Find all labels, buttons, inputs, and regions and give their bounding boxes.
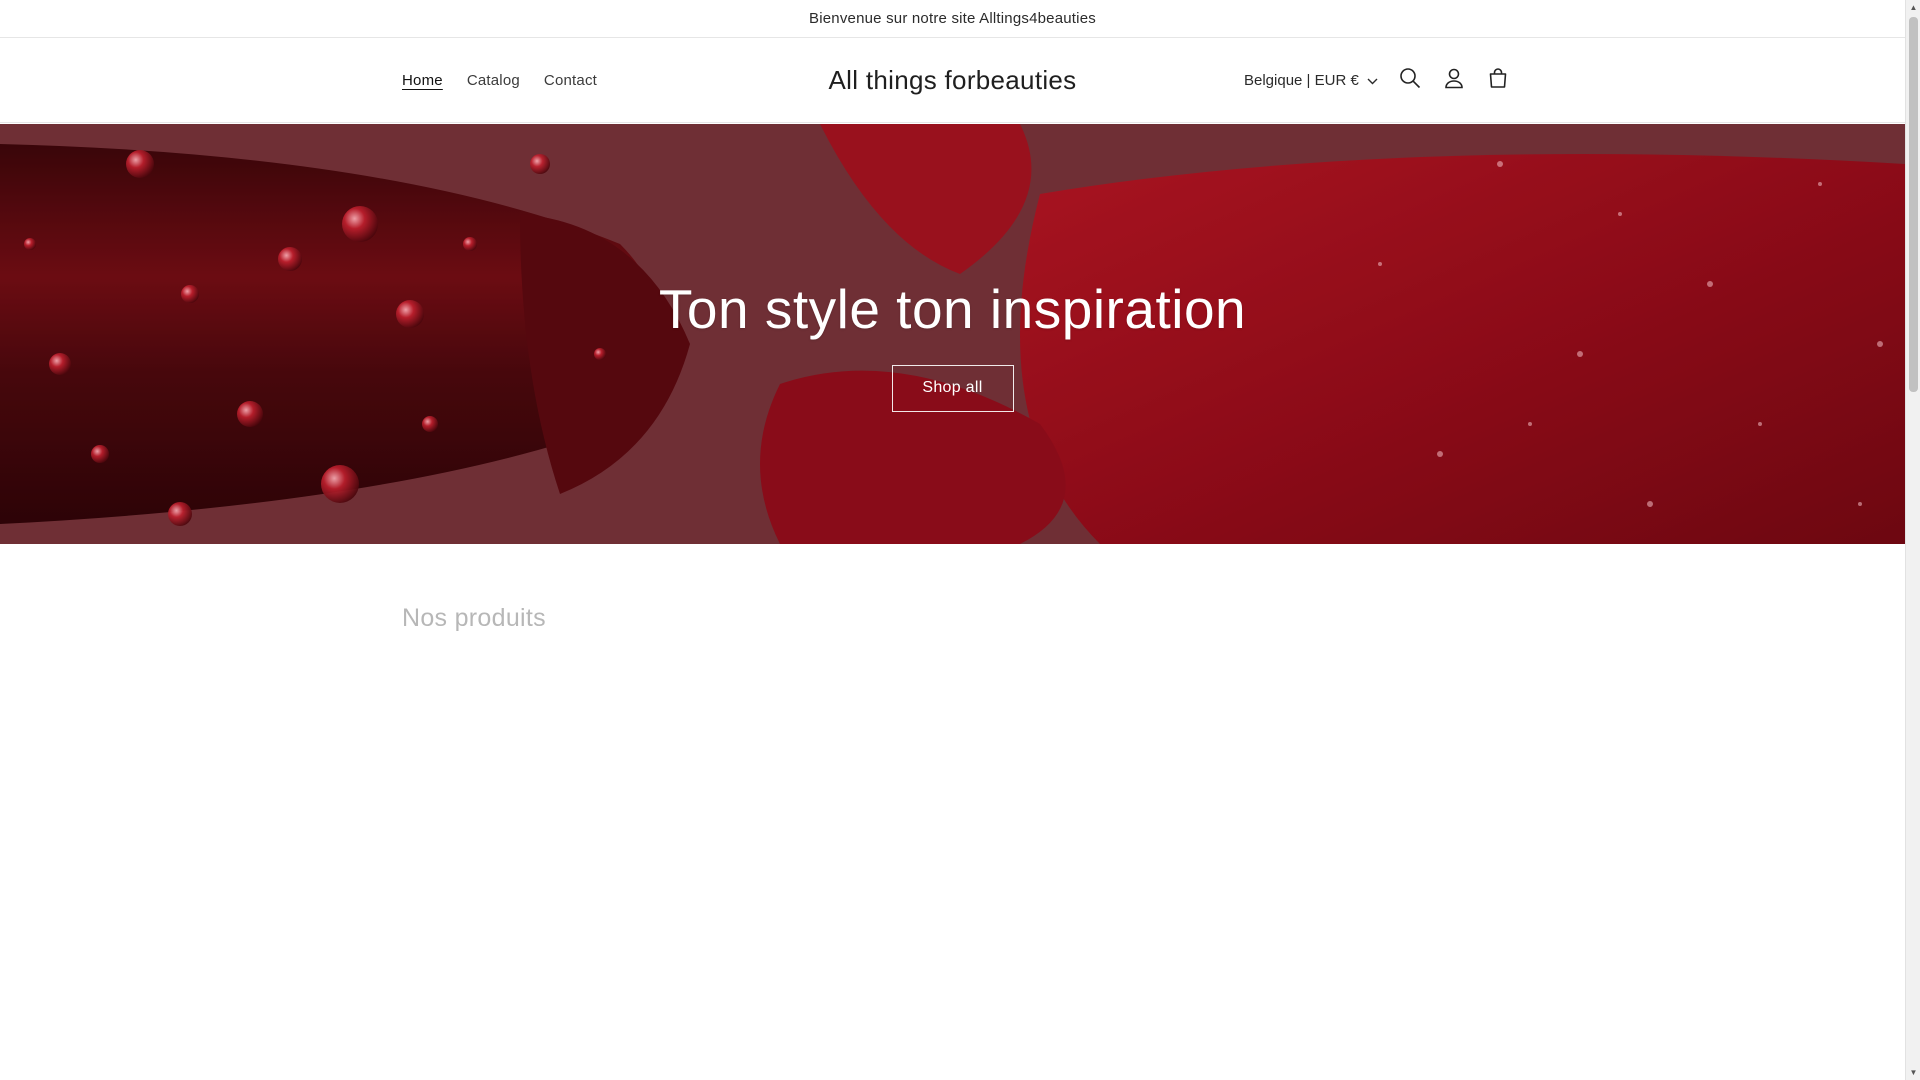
announcement-bar: Bienvenue sur notre site Alltings4beauti… bbox=[0, 0, 1905, 38]
site-header: Home Catalog Contact All things forbeaut… bbox=[0, 38, 1905, 123]
locale-selector[interactable]: Belgique | EUR € bbox=[1230, 72, 1388, 89]
scrollbar-thumb[interactable] bbox=[1909, 17, 1918, 392]
page: Bienvenue sur notre site Alltings4beauti… bbox=[0, 0, 1905, 1080]
page-scrollbar[interactable]: ▲ ▼ bbox=[1905, 0, 1920, 1080]
locale-label: Belgique | EUR € bbox=[1244, 71, 1359, 89]
announcement-text: Bienvenue sur notre site Alltings4beauti… bbox=[809, 10, 1096, 27]
main-nav: Home Catalog Contact bbox=[390, 38, 609, 122]
cart-icon bbox=[1487, 67, 1509, 94]
scroll-up-icon[interactable]: ▲ bbox=[1906, 0, 1920, 15]
cart-button[interactable] bbox=[1476, 58, 1520, 102]
search-button[interactable] bbox=[1388, 58, 1432, 102]
nav-home[interactable]: Home bbox=[390, 72, 455, 89]
section-title: Nos produits bbox=[402, 604, 546, 632]
logo: All things forbeauties bbox=[0, 38, 1905, 122]
header-actions: Belgique | EUR € bbox=[1230, 38, 1520, 122]
featured-products: Nos produits bbox=[402, 604, 546, 633]
chevron-down-icon bbox=[1367, 72, 1378, 89]
shop-all-button[interactable]: Shop all bbox=[891, 364, 1014, 412]
hero-banner: Ton style ton inspiration Shop all bbox=[0, 124, 1905, 544]
nav-contact[interactable]: Contact bbox=[532, 72, 609, 89]
nav-catalog[interactable]: Catalog bbox=[455, 72, 532, 89]
search-icon bbox=[1399, 67, 1421, 94]
account-button[interactable] bbox=[1432, 58, 1476, 102]
scroll-down-icon[interactable]: ▼ bbox=[1906, 1065, 1920, 1080]
hero-title: Ton style ton inspiration bbox=[658, 277, 1247, 340]
hero-content: Ton style ton inspiration Shop all bbox=[0, 124, 1905, 544]
account-icon bbox=[1443, 67, 1465, 94]
logo-text[interactable]: All things forbeauties bbox=[829, 65, 1077, 96]
